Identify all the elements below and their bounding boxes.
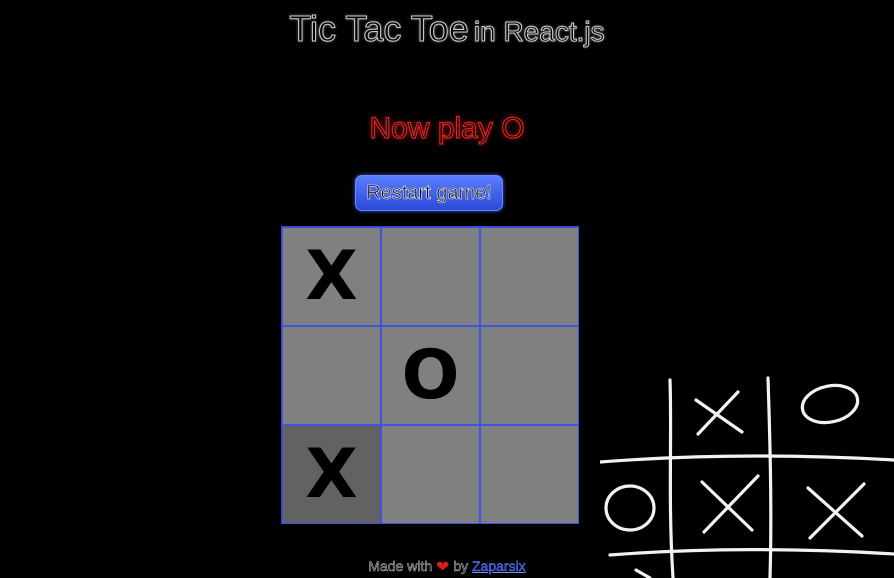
heart-icon: ❤ xyxy=(436,559,450,576)
turn-status: Now play O xyxy=(369,111,525,145)
board-cell-1[interactable] xyxy=(381,227,480,326)
page: Tic Tac Toe in React.js Now play O Resta… xyxy=(0,0,894,578)
author-link[interactable]: Zaparsix xyxy=(472,558,526,574)
page-title: Tic Tac Toe in React.js xyxy=(0,8,894,50)
title-main: Tic Tac Toe xyxy=(289,8,469,50)
footer-by: by xyxy=(453,558,469,575)
board-cell-6[interactable]: X xyxy=(282,425,381,524)
board-cell-7[interactable] xyxy=(381,425,480,524)
footer: Made with ❤ by Zaparsix xyxy=(0,557,894,577)
board-cell-4[interactable]: O xyxy=(381,326,480,425)
restart-button[interactable]: Restart game! xyxy=(355,175,503,211)
board-cell-0[interactable]: X xyxy=(282,227,381,326)
footer-made-with: Made with xyxy=(368,558,433,575)
title-sub: in React.js xyxy=(473,16,605,48)
board-cell-5[interactable] xyxy=(480,326,579,425)
game-board: X O X xyxy=(281,226,579,524)
board-cell-3[interactable] xyxy=(282,326,381,425)
hand-drawn-tic-tac-toe-icon xyxy=(600,376,894,578)
board-cell-8[interactable] xyxy=(480,425,579,524)
board-cell-2[interactable] xyxy=(480,227,579,326)
